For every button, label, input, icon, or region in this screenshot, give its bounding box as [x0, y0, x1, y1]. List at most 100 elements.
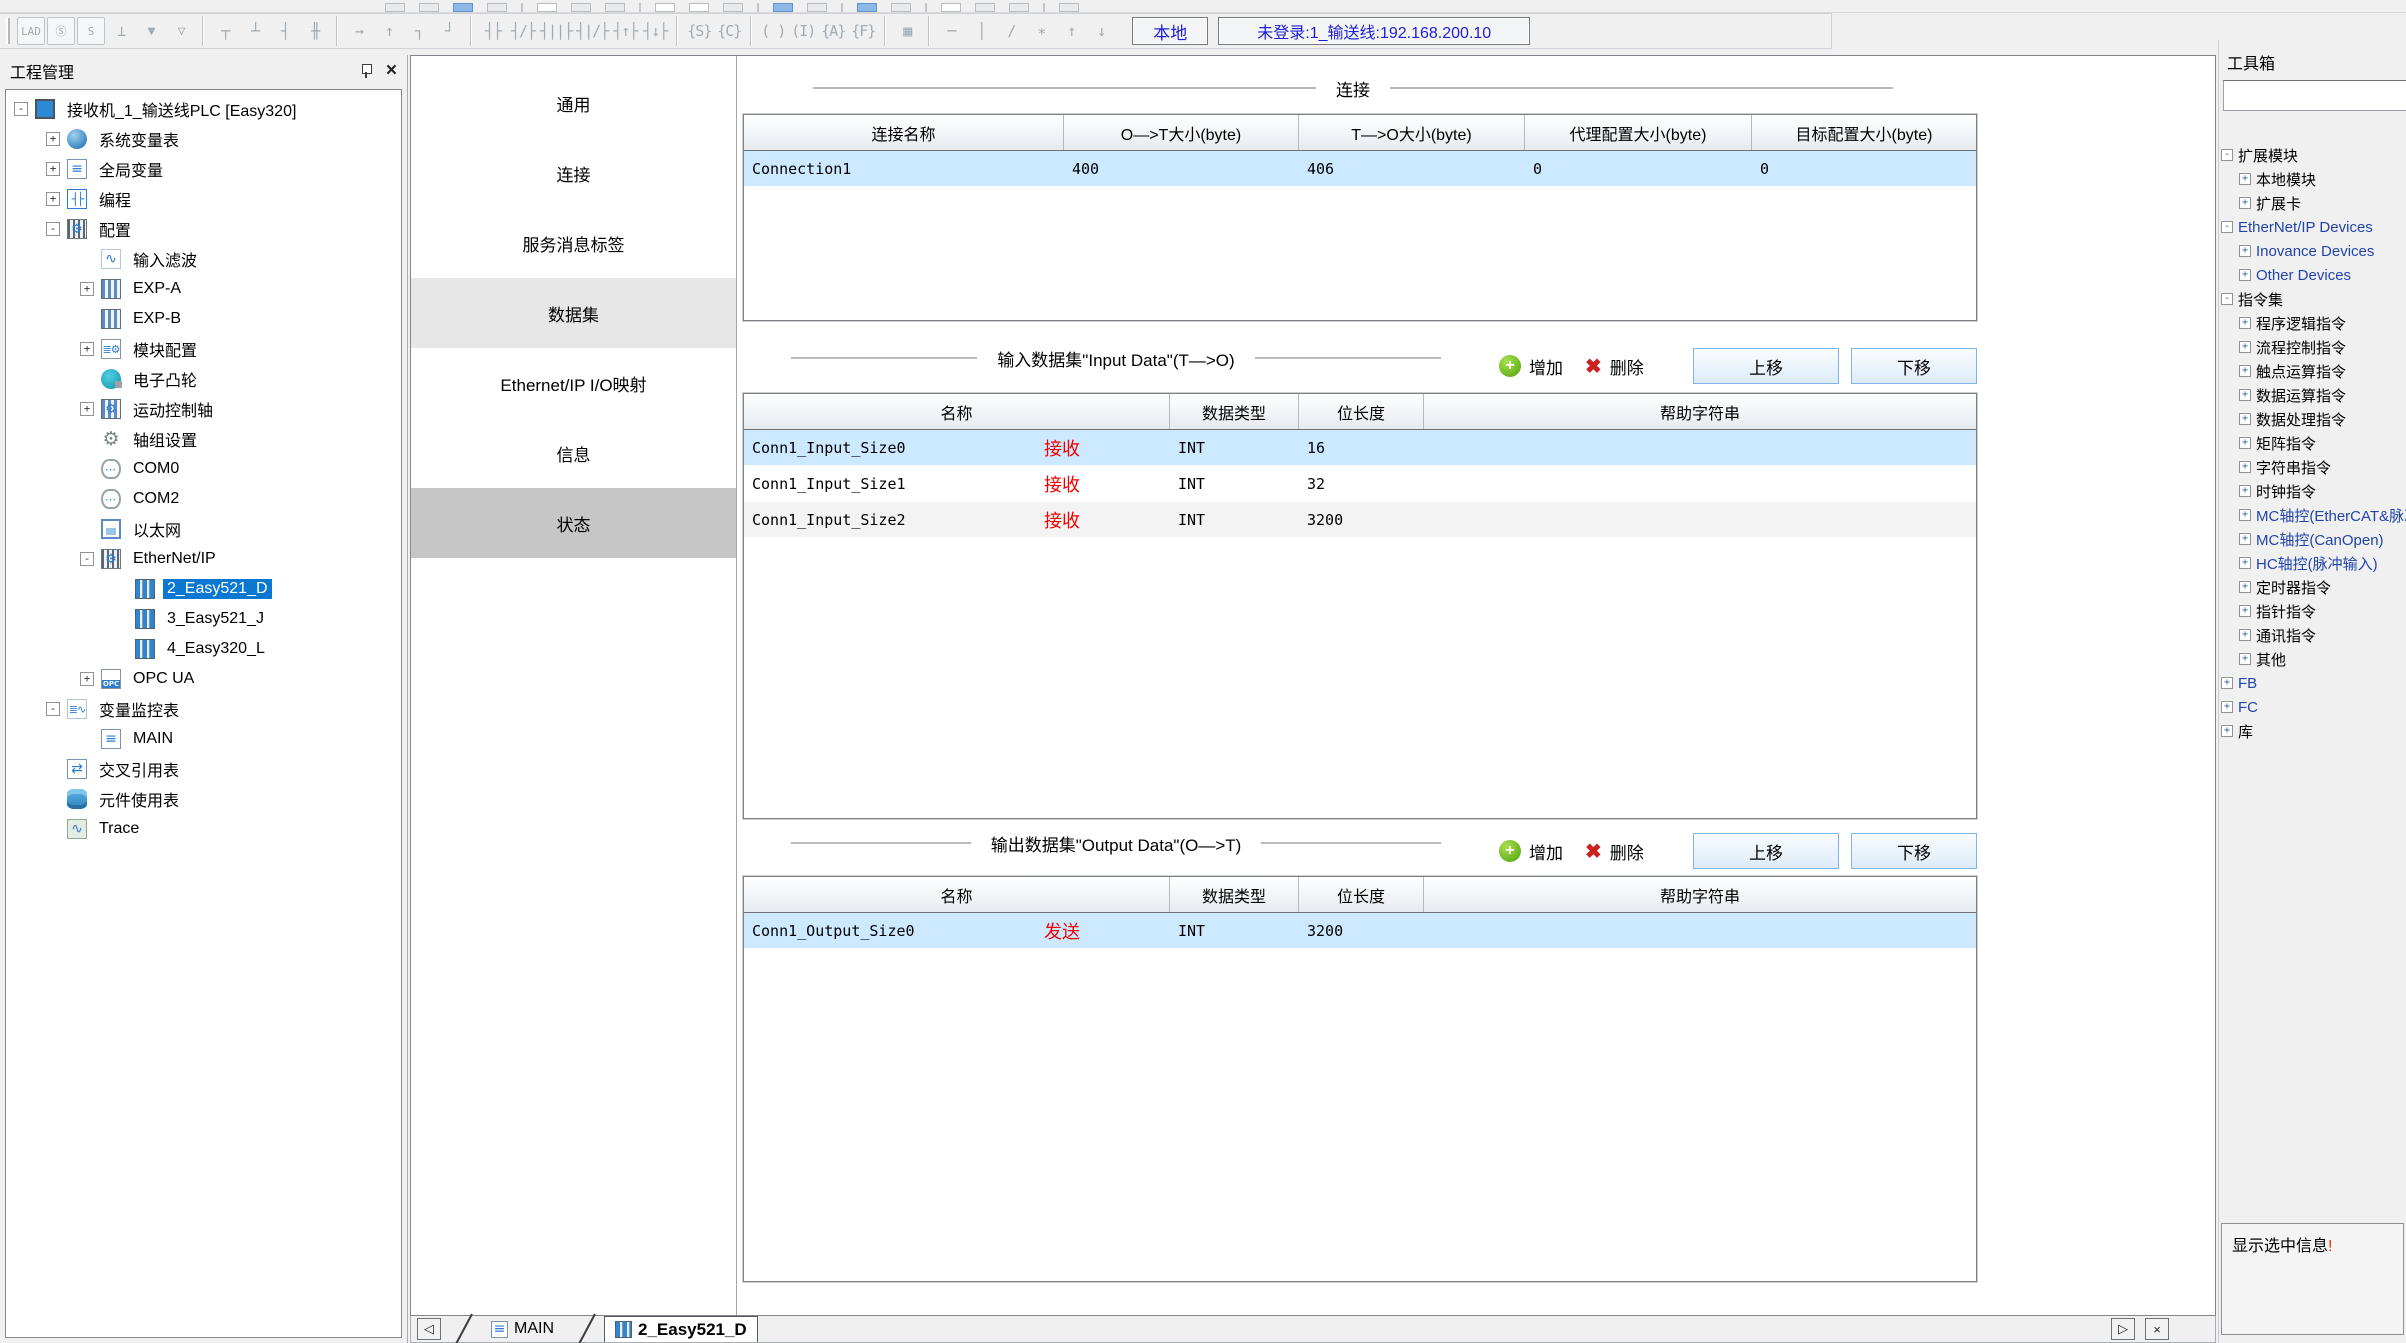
expander-icon[interactable]: +	[2239, 317, 2251, 329]
document-tab[interactable]: 2_Easy521_D	[604, 1316, 758, 1342]
expander-icon[interactable]: +	[2239, 269, 2251, 281]
tree-item[interactable]: + OPC UA	[6, 664, 401, 694]
toolbox-tree-item[interactable]: + Other Devices	[2219, 263, 2406, 287]
delete-row-button[interactable]: 删除	[1610, 354, 1644, 379]
tree-item[interactable]: - 接收机_1_输送线PLC [Easy320]	[6, 94, 401, 124]
toolbox-tree-item[interactable]: + 通讯指令	[2219, 623, 2406, 647]
expander-icon[interactable]: +	[2239, 485, 2251, 497]
config-tab[interactable]: 连接	[411, 138, 736, 208]
ladder-tool-icon[interactable]: ┤	[270, 17, 300, 45]
expander-icon[interactable]: +	[2239, 197, 2251, 209]
ladder-tool-icon[interactable]: {S}	[684, 17, 714, 45]
expander-icon[interactable]: -	[46, 222, 60, 236]
tree-item[interactable]: ⋯ COM2	[6, 484, 401, 514]
tree-item[interactable]: 元件使用表	[6, 784, 401, 814]
toolbox-tree-item[interactable]: + 流程控制指令	[2219, 335, 2406, 359]
ladder-tool-icon[interactable]: ↓	[1086, 17, 1116, 45]
ladder-tool-icon[interactable]	[928, 16, 930, 46]
ladder-tool-icon[interactable]: ∕	[996, 17, 1026, 45]
config-tab[interactable]: 服务消息标签	[411, 208, 736, 278]
expander-icon[interactable]: +	[2239, 173, 2251, 185]
ladder-tool-icon[interactable]: ┤↑├	[610, 17, 640, 45]
ladder-tool-icon[interactable]: {C}	[714, 17, 744, 45]
add-icon[interactable]: +	[1499, 355, 1521, 377]
toolbox-tree-item[interactable]: + 数据运算指令	[2219, 383, 2406, 407]
tree-item[interactable]: 2_Easy521_D	[6, 574, 401, 604]
ladder-tool-icon[interactable]: ▽	[166, 17, 196, 45]
toolbox-tree-item[interactable]: + Inovance Devices	[2219, 239, 2406, 263]
ladder-tool-icon[interactable]: ┤├	[478, 17, 508, 45]
expander-icon[interactable]: -	[80, 552, 94, 566]
ladder-tool-icon[interactable]	[202, 16, 204, 46]
tree-item[interactable]: - ≣∿ 变量监控表	[6, 694, 401, 724]
ladder-tool-icon[interactable]: ┘	[434, 17, 464, 45]
dataset-row[interactable]: Conn1_Output_Size0发送 INT 3200	[744, 913, 1976, 949]
expander-icon[interactable]: -	[14, 102, 28, 116]
connection-row[interactable]: Connection1 400 406 0 0	[744, 151, 1976, 187]
move-up-button[interactable]: 上移	[1693, 348, 1839, 384]
expander-icon[interactable]: +	[2239, 461, 2251, 473]
dataset-row[interactable]: Conn1_Input_Size2接收 INT 3200	[744, 502, 1976, 538]
ladder-tool-icon[interactable]: ∗	[1026, 17, 1056, 45]
expander-icon[interactable]: +	[2239, 437, 2251, 449]
toolbox-tree-item[interactable]: + 数据处理指令	[2219, 407, 2406, 431]
ladder-tool-icon[interactable]: ┐	[404, 17, 434, 45]
tree-item[interactable]: + 系统变量表	[6, 124, 401, 154]
document-tab[interactable]: ≡ MAIN	[481, 1316, 564, 1342]
move-down-button[interactable]: 下移	[1851, 348, 1977, 384]
expander-icon[interactable]: +	[2221, 677, 2233, 689]
tree-item[interactable]: ⇄ 交叉引用表	[6, 754, 401, 784]
ladder-tool-icon[interactable]	[750, 16, 752, 46]
expander-icon[interactable]: +	[2239, 557, 2251, 569]
delete-row-button[interactable]: 删除	[1610, 839, 1644, 864]
config-tab[interactable]: Ethernet/IP I/O映射	[411, 348, 736, 418]
tree-item[interactable]: ⋯ COM0	[6, 454, 401, 484]
ladder-tool-icon[interactable]: ┤|/├	[574, 17, 610, 45]
expander-icon[interactable]: +	[46, 192, 60, 206]
tree-item[interactable]: + ≡ 全局变量	[6, 154, 401, 184]
config-tab[interactable]: 数据集	[411, 278, 736, 348]
close-document-button[interactable]: ×	[2145, 1318, 2169, 1340]
toolbox-tree-item[interactable]: + 时钟指令	[2219, 479, 2406, 503]
toolbox-tree-item[interactable]: + 程序逻辑指令	[2219, 311, 2406, 335]
config-tab[interactable]: 通用	[411, 68, 736, 138]
expander-icon[interactable]: +	[2239, 365, 2251, 377]
toolbox-tree-item[interactable]: + FB	[2219, 671, 2406, 695]
expander-icon[interactable]: -	[2221, 149, 2233, 161]
move-up-button[interactable]: 上移	[1693, 833, 1839, 869]
ladder-tool-icon[interactable]: ┤||├	[538, 17, 574, 45]
expander-icon[interactable]: +	[2239, 341, 2251, 353]
expander-icon[interactable]: -	[2221, 221, 2233, 233]
ladder-tool-icon[interactable]	[470, 16, 472, 46]
tree-item[interactable]: ∿ 输入滤波	[6, 244, 401, 274]
tree-item[interactable]: + ┤├ 编程	[6, 184, 401, 214]
toolbox-tree-item[interactable]: + FC	[2219, 695, 2406, 719]
ladder-tool-icon[interactable]: ▦	[892, 17, 922, 45]
expander-icon[interactable]: +	[2239, 509, 2251, 521]
ladder-tool-icon[interactable]: │	[966, 17, 996, 45]
ladder-tool-icon[interactable]: {F}	[848, 17, 878, 45]
ladder-tool-icon[interactable]: ( )	[758, 17, 788, 45]
ladder-tool-icon[interactable]: ─	[936, 17, 966, 45]
scroll-tabs-right-button[interactable]: ▷	[2111, 1318, 2135, 1340]
tree-item[interactable]: ∿ Trace	[6, 814, 401, 844]
tree-item[interactable]: 以太网	[6, 514, 401, 544]
add-icon[interactable]: +	[1499, 840, 1521, 862]
expander-icon[interactable]: +	[2221, 725, 2233, 737]
ladder-tool-icon[interactable]: ╫	[300, 17, 330, 45]
ladder-tool-icon[interactable]: Ⓢ	[47, 17, 75, 45]
expander-icon[interactable]: +	[80, 402, 94, 416]
expander-icon[interactable]: +	[2239, 245, 2251, 257]
login-status-box[interactable]: 未登录:1_输送线:192.168.200.10	[1218, 17, 1530, 45]
expander-icon[interactable]: +	[2239, 581, 2251, 593]
tree-item[interactable]: - ⚙ 配置	[6, 214, 401, 244]
toolbox-tree-item[interactable]: - 扩展模块	[2219, 143, 2406, 167]
move-down-button[interactable]: 下移	[1851, 833, 1977, 869]
delete-icon[interactable]: ✖	[1585, 354, 1602, 379]
tree-item[interactable]: + EXP-A	[6, 274, 401, 304]
ladder-tool-icon[interactable]: ↑	[374, 17, 404, 45]
tree-item[interactable]: ≡ MAIN	[6, 724, 401, 754]
ladder-tool-icon[interactable]: ⊥	[106, 17, 136, 45]
ladder-tool-icon[interactable]: (I)	[788, 17, 818, 45]
toolbox-tree-item[interactable]: + 扩展卡	[2219, 191, 2406, 215]
